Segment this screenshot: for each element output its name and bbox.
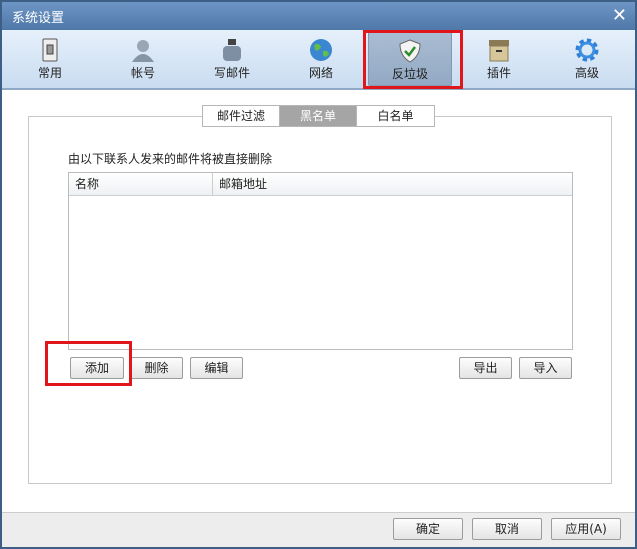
user-icon [132,40,154,62]
cancel-button[interactable]: 取消 [472,518,542,540]
antispam-tabs: 邮件过滤 黑名单 白名单 [202,105,435,127]
tab-blacklist[interactable]: 黑名单 [280,106,357,126]
toolbar-label: 帐号 [130,66,155,80]
toolbar-item-general[interactable]: 常用 [8,32,92,86]
highlight-box-antispam [363,30,463,89]
ink-bottle-icon [223,39,241,61]
column-header-email[interactable]: 邮箱地址 [213,173,267,195]
toolbar-label: 网络 [308,66,333,80]
tab-whitelist[interactable]: 白名单 [357,106,434,126]
globe-icon [310,39,332,61]
toolbar-item-advanced[interactable]: 高级 [545,32,629,86]
close-icon[interactable]: ✕ [612,5,627,26]
export-button[interactable]: 导出 [459,357,512,379]
window-title: 系统设置 [12,11,65,26]
import-button[interactable]: 导入 [519,357,572,379]
title-bar: 系统设置 ✕ [2,2,635,30]
apply-button[interactable]: 应用(A) [551,518,621,540]
tab-mail-filter[interactable]: 邮件过滤 [203,106,280,126]
edit-button[interactable]: 编辑 [190,357,243,379]
content-area: 邮件过滤 黑名单 白名单 由以下联系人发来的邮件将被直接删除 名称 邮箱地址 添… [2,92,635,512]
blacklist-description: 由以下联系人发来的邮件将被直接删除 [68,152,273,166]
box-icon [489,40,509,62]
delete-button[interactable]: 删除 [130,357,183,379]
gear-icon [575,38,599,62]
toolbar-label: 写邮件 [213,66,250,80]
toolbar-item-plugins[interactable]: 插件 [457,32,541,86]
highlight-box-add [45,341,132,386]
toolbar-label: 高级 [574,66,599,80]
toolbar-item-compose[interactable]: 写邮件 [190,32,274,86]
column-header-name[interactable]: 名称 [69,173,213,195]
category-toolbar: 常用 帐号 写邮件 网络 反垃圾 插件 高级 [2,30,635,90]
toolbar-item-account[interactable]: 帐号 [101,32,185,86]
ok-button[interactable]: 确定 [393,518,463,540]
switch-icon [42,38,58,62]
settings-window: 系统设置 ✕ 常用 帐号 写邮件 网络 反垃圾 插件 高级 邮件过滤 黑名单 白… [0,0,637,549]
toolbar-label: 插件 [486,66,511,80]
dialog-footer: 确定 取消 应用(A) [2,512,635,547]
blacklist-table[interactable]: 名称 邮箱地址 [68,172,573,350]
toolbar-item-network[interactable]: 网络 [279,32,363,86]
toolbar-label: 常用 [37,66,62,80]
table-header: 名称 邮箱地址 [69,173,572,196]
